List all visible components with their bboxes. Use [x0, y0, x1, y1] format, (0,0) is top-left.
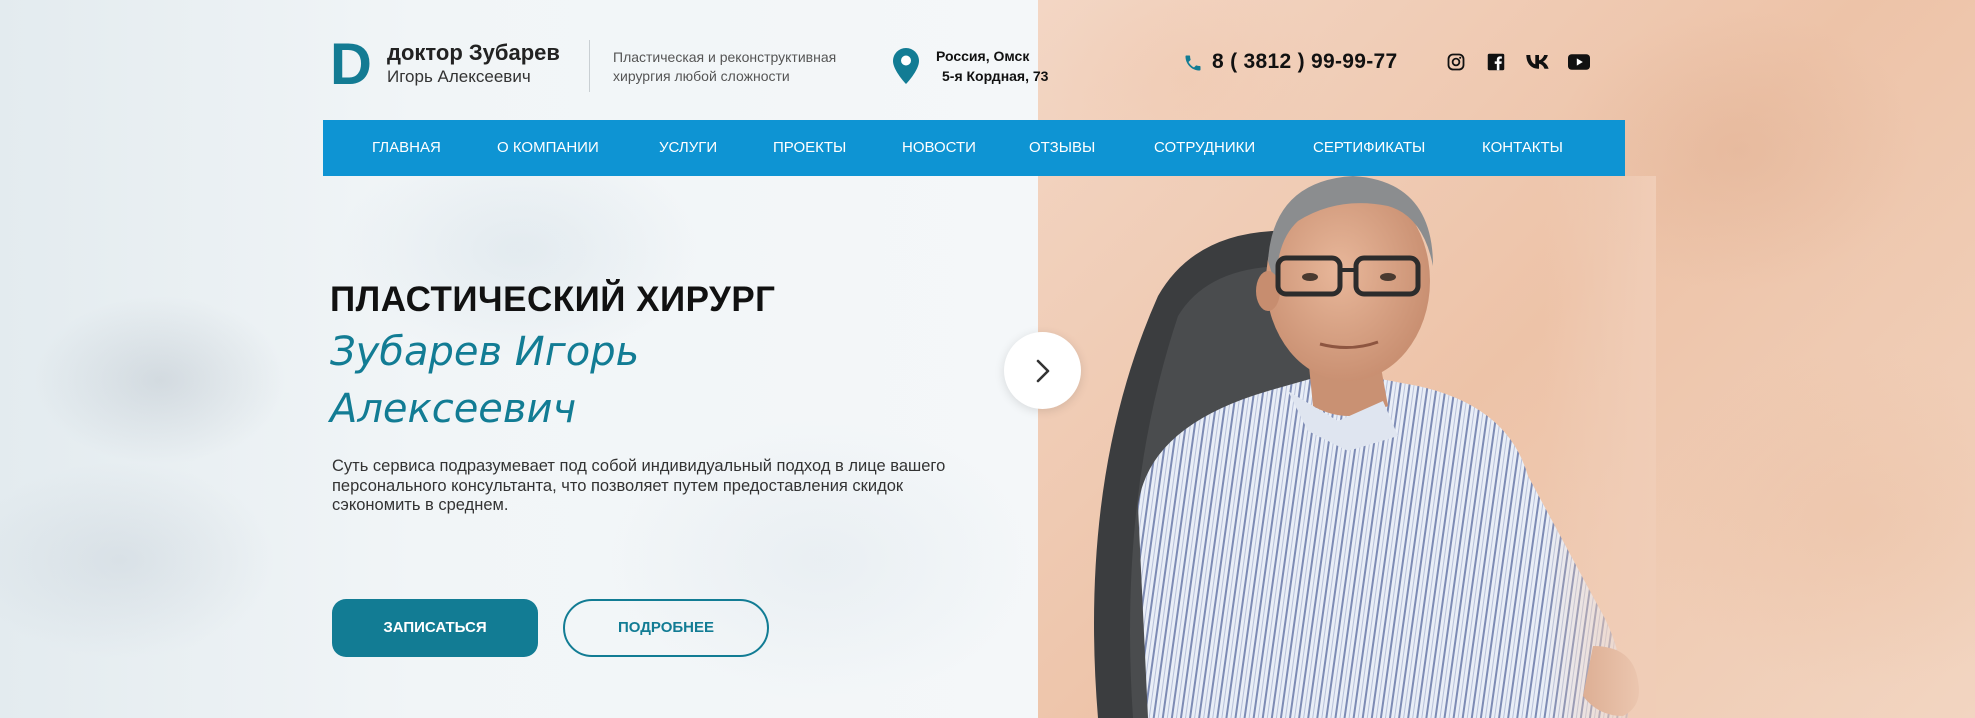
- nav-item-home[interactable]: ГЛАВНАЯ: [372, 120, 441, 176]
- hero-name-line2: Алексеевич: [330, 386, 577, 432]
- nav-item-about[interactable]: О КОМПАНИИ: [497, 120, 599, 176]
- phone-icon: [1183, 53, 1203, 78]
- nav-item-reviews[interactable]: ОТЗЫВЫ: [1029, 120, 1095, 176]
- more-info-button[interactable]: ПОДРОБНЕЕ: [563, 599, 769, 657]
- youtube-icon[interactable]: [1568, 52, 1590, 72]
- header-divider: [589, 40, 590, 92]
- slider-next-button[interactable]: [1004, 332, 1081, 409]
- hero-name-line1: Зубарев Игорь: [330, 329, 640, 375]
- location-pin-icon: [893, 48, 919, 89]
- logo-name[interactable]: доктор Зубарев: [387, 40, 560, 66]
- hero-description: Суть сервиса подразумевает под собой инд…: [332, 457, 946, 514]
- book-appointment-button[interactable]: ЗАПИСАТЬСЯ: [332, 599, 538, 657]
- address-street: 5-я Кордная, 73: [942, 68, 1049, 84]
- address: Россия, Омск 5-я Кордная, 73: [936, 46, 1048, 86]
- facebook-icon[interactable]: [1486, 52, 1506, 72]
- chevron-right-icon: [1036, 359, 1049, 382]
- instagram-icon[interactable]: [1446, 52, 1466, 72]
- phone-number[interactable]: 8 ( 3812 ) 99-99-77: [1212, 50, 1397, 74]
- main-navigation: ГЛАВНАЯ О КОМПАНИИ УСЛУГИ ПРОЕКТЫ НОВОСТ…: [323, 120, 1625, 176]
- vk-icon[interactable]: [1526, 52, 1550, 72]
- hero-kicker: ПЛАСТИЧЕСКИЙ ХИРУРГ: [330, 280, 776, 319]
- hero-doctor-name: Зубарев Игорь Алексеевич: [330, 324, 850, 438]
- nav-item-certificates[interactable]: СЕРТИФИКАТЫ: [1313, 120, 1425, 176]
- doctor-photo: [1038, 176, 1656, 718]
- nav-item-services[interactable]: УСЛУГИ: [659, 120, 717, 176]
- address-city: Россия, Омск: [936, 48, 1030, 64]
- nav-item-news[interactable]: НОВОСТИ: [902, 120, 976, 176]
- nav-item-projects[interactable]: ПРОЕКТЫ: [773, 120, 846, 176]
- logo-icon[interactable]: D: [330, 36, 372, 94]
- header-tagline: Пластическая и реконструктивная хирургия…: [613, 49, 837, 84]
- nav-item-staff[interactable]: СОТРУДНИКИ: [1154, 120, 1255, 176]
- nav-item-contacts[interactable]: КОНТАКТЫ: [1482, 120, 1563, 176]
- logo-subname: Игорь Алексеевич: [387, 67, 531, 86]
